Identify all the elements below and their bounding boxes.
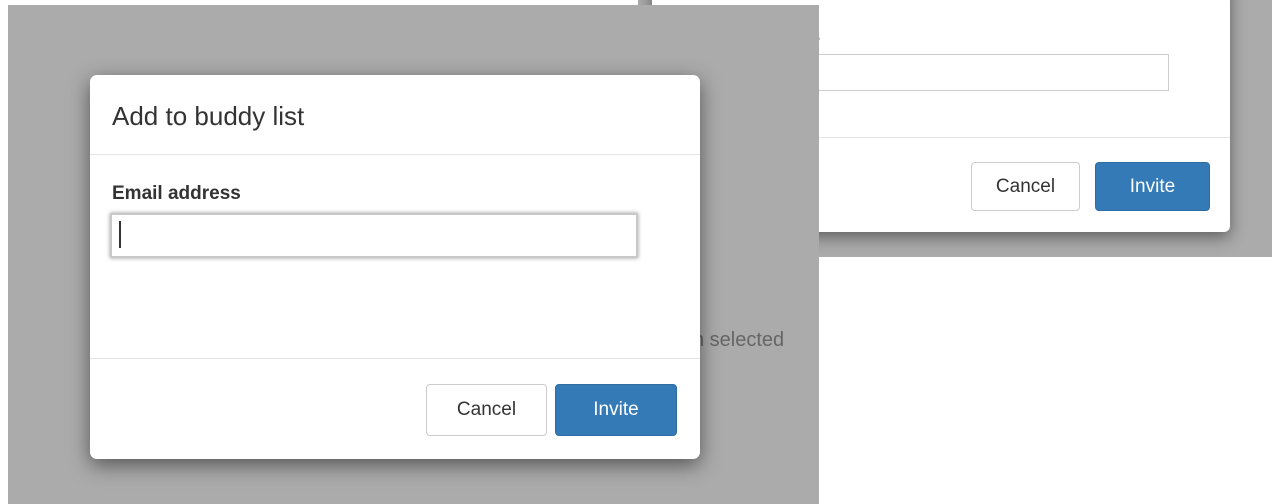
- background-cancel-button[interactable]: Cancel: [971, 162, 1080, 211]
- cancel-button[interactable]: Cancel: [426, 384, 547, 436]
- screenshot-canvas: ss Cancel Invite n selected Add to buddy…: [0, 0, 1272, 504]
- header-divider: [90, 154, 700, 155]
- modal-overlay: n selected Add to buddy list Email addre…: [8, 5, 819, 504]
- email-field-label: Email address: [112, 183, 241, 204]
- add-buddy-modal: Add to buddy list Email address Cancel I…: [90, 75, 700, 459]
- email-address-input[interactable]: [110, 213, 638, 258]
- invite-button[interactable]: Invite: [555, 384, 677, 436]
- footer-divider: [90, 358, 700, 359]
- text-caret: [119, 221, 121, 248]
- background-invite-button[interactable]: Invite: [1095, 162, 1210, 211]
- modal-title: Add to buddy list: [112, 101, 305, 131]
- background-selected-text: n selected: [693, 329, 785, 351]
